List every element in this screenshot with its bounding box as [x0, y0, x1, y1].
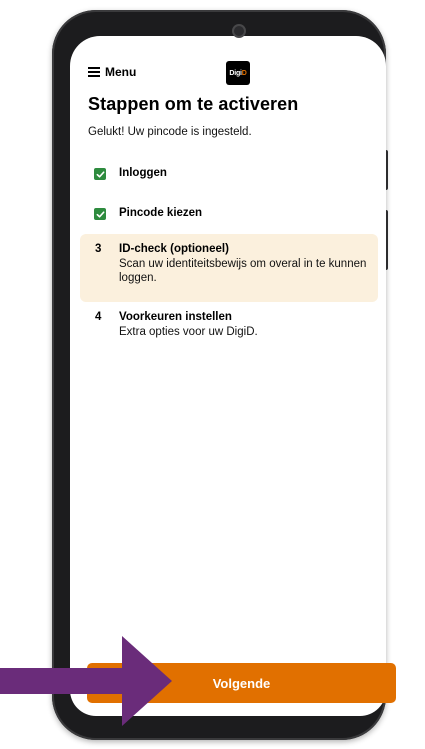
step-title: ID-check (optioneel)	[119, 243, 229, 255]
step-description: Extra opties voor uw DigiD.	[119, 326, 258, 338]
page-title: Stappen om te activeren	[88, 94, 299, 114]
step-title: Inloggen	[119, 167, 167, 179]
step-description: Scan uw identiteitsbewijs om overal in t…	[119, 258, 367, 284]
pointer-arrow	[0, 636, 172, 726]
next-button-label: Volgende	[212, 675, 271, 691]
step-title: Pincode kiezen	[119, 207, 203, 219]
step-number: 4	[95, 311, 102, 323]
menu-button[interactable]: Menu	[88, 65, 136, 79]
menu-icon	[88, 67, 100, 77]
page-subtitle: Gelukt! Uw pincode is ingesteld.	[88, 126, 252, 138]
logo-text-digi: Digi	[229, 69, 242, 77]
logo-text-d: D	[241, 69, 247, 77]
checkmark-icon	[94, 208, 106, 220]
checkmark-icon	[94, 168, 106, 180]
app-screen: Menu DigiD Stappen om te activeren Geluk…	[70, 36, 386, 716]
camera-icon	[232, 24, 246, 38]
menu-label: Menu	[105, 65, 137, 79]
step-number: 3	[95, 243, 102, 255]
app-header: Menu DigiD	[88, 61, 368, 87]
digid-logo: DigiD	[226, 61, 250, 85]
step-title: Voorkeuren instellen	[119, 311, 232, 323]
